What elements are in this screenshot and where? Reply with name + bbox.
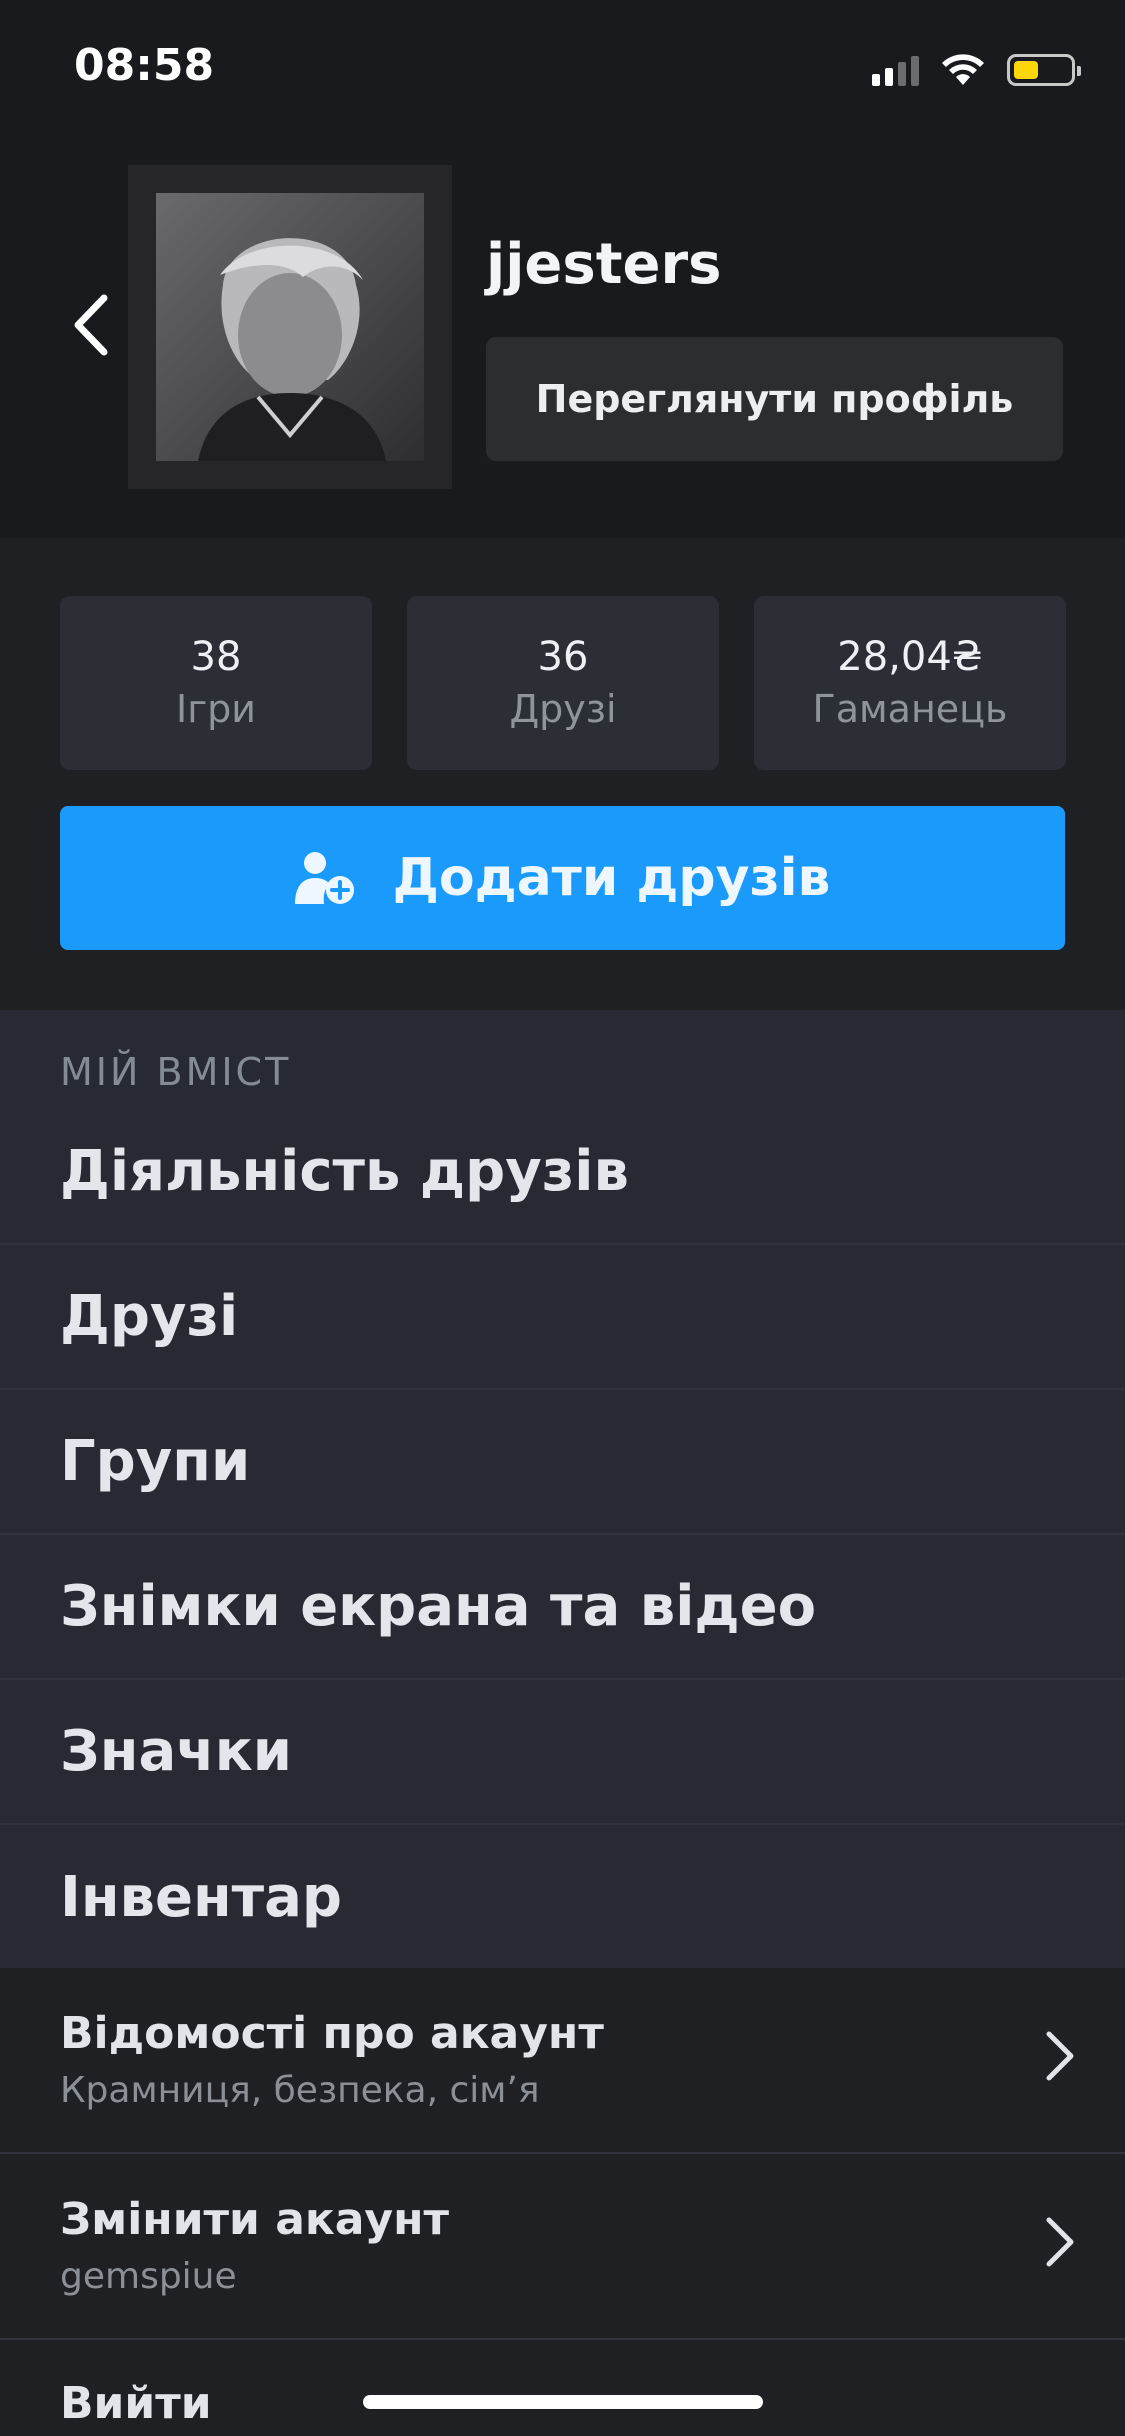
add-friend-icon — [294, 852, 354, 904]
signal-icon — [872, 54, 919, 86]
stat-friends-label: Друзі — [509, 687, 617, 731]
wifi-icon — [941, 53, 985, 87]
logout-button[interactable]: Вийти — [60, 2378, 212, 2429]
list-item-friends[interactable]: Друзі — [0, 1245, 1125, 1390]
section-title-my-content: МІЙ ВМІСТ — [60, 1050, 292, 1094]
account-details-title: Відомості про акаунт — [60, 2008, 604, 2059]
account-details-row[interactable]: Відомості про акаунт Крамниця, безпека, … — [0, 1968, 1125, 2154]
chevron-left-icon — [74, 294, 108, 356]
username: jjesters — [486, 232, 722, 297]
avatar[interactable] — [128, 165, 452, 489]
switch-account-subtitle: gemspiue — [60, 2256, 237, 2297]
stat-wallet-value: 28,04₴ — [837, 634, 983, 680]
status-icons — [872, 50, 1081, 90]
stat-friends-value: 36 — [537, 634, 589, 680]
add-friends-button[interactable]: Додати друзів — [60, 806, 1065, 950]
add-friends-label: Додати друзів — [392, 848, 831, 908]
list-item-friends-activity[interactable]: Діяльність друзів — [0, 1100, 1125, 1245]
list-item-inventory[interactable]: Інвентар — [0, 1825, 1125, 1970]
back-button[interactable] — [60, 290, 120, 360]
battery-icon — [1007, 54, 1081, 86]
stat-games[interactable]: 38 Ігри — [60, 596, 372, 770]
switch-account-title: Змінити акаунт — [60, 2194, 450, 2245]
view-profile-button[interactable]: Переглянути профіль — [486, 337, 1063, 461]
home-indicator — [363, 2395, 763, 2409]
status-bar: 08:58 — [0, 0, 1125, 135]
switch-account-row[interactable]: Змінити акаунт gemspiue — [0, 2154, 1125, 2340]
stat-friends[interactable]: 36 Друзі — [407, 596, 719, 770]
stat-wallet-label: Гаманець — [812, 687, 1008, 731]
stat-wallet[interactable]: 28,04₴ Гаманець — [754, 596, 1066, 770]
chevron-right-icon — [1046, 2217, 1074, 2267]
list-item-groups[interactable]: Групи — [0, 1390, 1125, 1535]
list-item-screenshots-videos[interactable]: Знімки екрана та відео — [0, 1535, 1125, 1680]
list-item-badges[interactable]: Значки — [0, 1680, 1125, 1825]
stat-games-label: Ігри — [176, 687, 256, 731]
status-time: 08:58 — [74, 40, 215, 91]
battery-level — [1014, 61, 1038, 79]
stat-games-value: 38 — [190, 634, 242, 680]
chevron-right-icon — [1046, 2031, 1074, 2081]
account-details-subtitle: Крамниця, безпека, сім’я — [60, 2070, 540, 2111]
